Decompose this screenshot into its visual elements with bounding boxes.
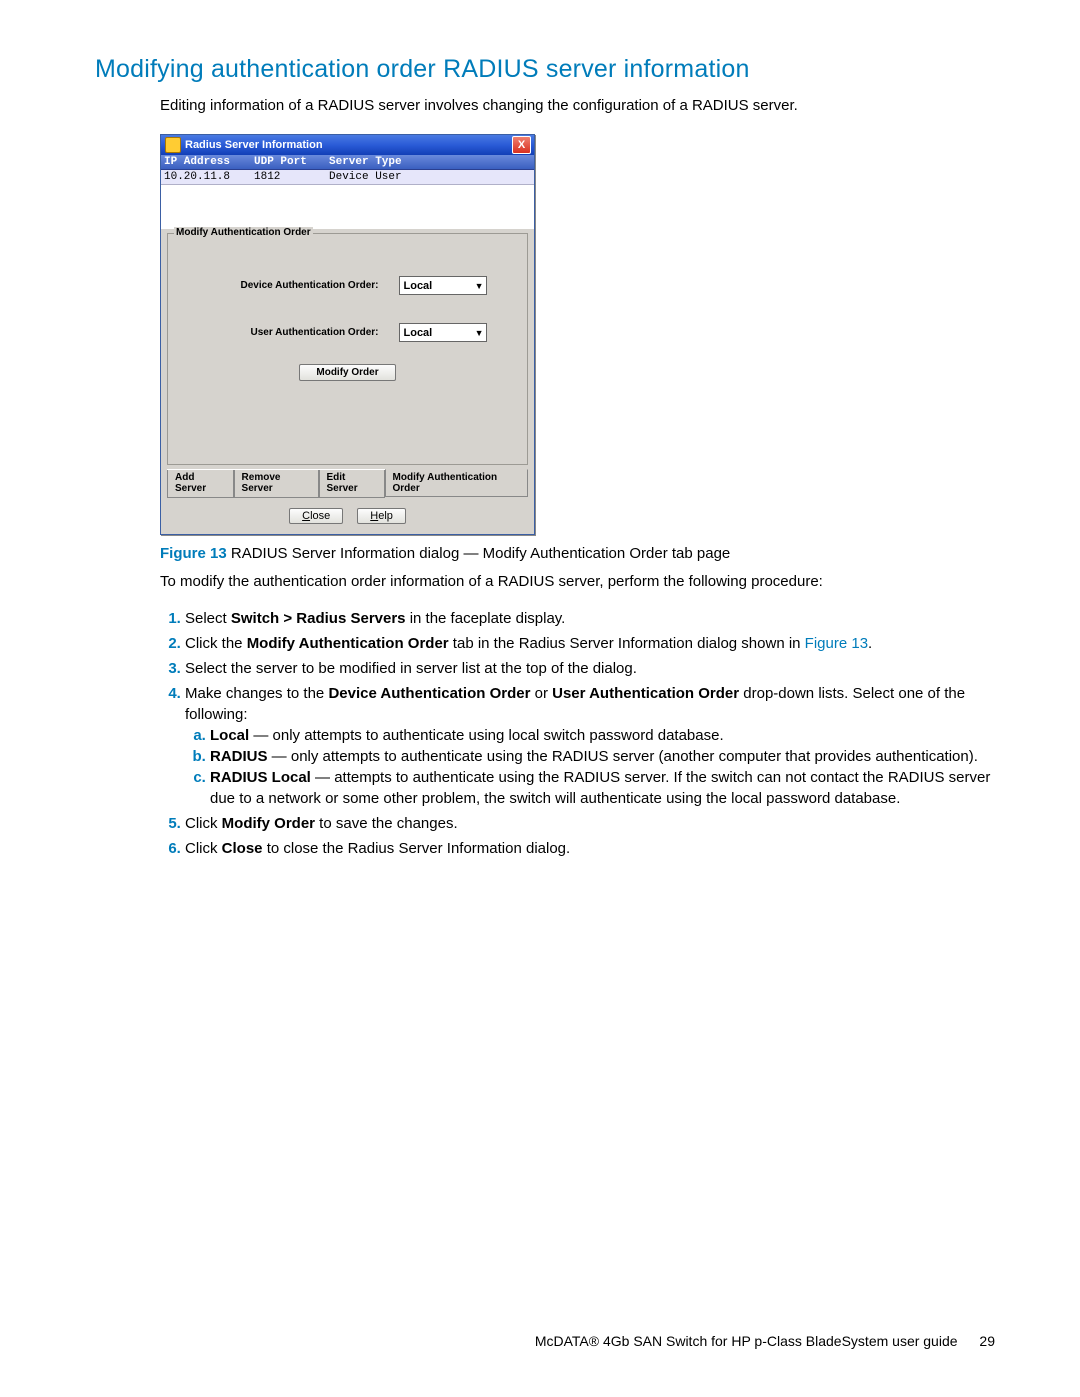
server-list-empty-area	[161, 185, 534, 229]
step-5-bold: Modify Order	[222, 815, 315, 832]
section-heading: Modifying authentication order RADIUS se…	[95, 55, 995, 84]
close-button[interactable]: Close	[289, 508, 343, 524]
modify-order-button[interactable]: Modify Order	[299, 364, 395, 381]
step-2-text-e: .	[868, 635, 872, 652]
step-4a-text: — only attempts to authenticate using lo…	[249, 727, 723, 744]
dialog-tabs: Add Server Remove Server Edit Server Mod…	[167, 469, 528, 498]
dialog-title-text: Radius Server Information	[185, 135, 323, 155]
group-label: Modify Authentication Order	[174, 227, 313, 238]
step-1: Select Switch > Radius Servers in the fa…	[185, 608, 995, 629]
step-2-text-a: Click the	[185, 635, 247, 652]
step-4c: RADIUS Local — attempts to authenticate …	[210, 767, 995, 809]
step-1-bold: Switch > Radius Servers	[231, 610, 406, 627]
page-number: 29	[979, 1333, 995, 1349]
cell-port: 1812	[254, 171, 329, 183]
figure-13: Radius Server Information X IP Address U…	[160, 134, 995, 535]
step-4a: Local — only attempts to authenticate us…	[210, 725, 995, 746]
step-4-sublist: Local — only attempts to authenticate us…	[185, 725, 995, 809]
user-auth-order-value: Local	[404, 327, 433, 339]
step-4c-text: — attempts to authenticate using the RAD…	[210, 769, 990, 807]
dialog-titlebar: Radius Server Information X	[161, 135, 534, 155]
step-6-bold: Close	[222, 840, 263, 857]
cell-ip: 10.20.11.8	[164, 171, 254, 183]
step-4c-bold: RADIUS Local	[210, 769, 311, 786]
server-list-row[interactable]: 10.20.11.8 1812 Device User	[161, 170, 534, 185]
cell-type: Device User	[329, 171, 531, 183]
step-1-text-c: in the faceplate display.	[406, 610, 566, 627]
server-list-header: IP Address UDP Port Server Type	[161, 155, 534, 170]
step-4-bold-b: Device Authentication Order	[328, 685, 530, 702]
help-button[interactable]: Help	[357, 508, 406, 524]
procedure-intro: To modify the authentication order infor…	[160, 572, 995, 592]
user-auth-order-select[interactable]: Local ▼	[399, 323, 487, 342]
step-6-text-a: Click	[185, 840, 222, 857]
step-4b: RADIUS — only attempts to authenticate u…	[210, 746, 995, 767]
step-6-text-c: to close the Radius Server Information d…	[263, 840, 571, 857]
footer-text: McDATA® 4Gb SAN Switch for HP p-Class Bl…	[535, 1333, 958, 1349]
step-4-bold-d: User Authentication Order	[552, 685, 739, 702]
step-4: Make changes to the Device Authenticatio…	[185, 683, 995, 809]
app-icon	[165, 137, 181, 153]
device-auth-order-value: Local	[404, 280, 433, 292]
chevron-down-icon: ▼	[475, 281, 484, 291]
close-icon[interactable]: X	[512, 136, 531, 154]
col-port: UDP Port	[254, 156, 329, 168]
figure-caption: Figure 13 RADIUS Server Information dial…	[160, 545, 995, 562]
col-type: Server Type	[329, 156, 531, 168]
step-2: Click the Modify Authentication Order ta…	[185, 633, 995, 654]
step-4a-bold: Local	[210, 727, 249, 744]
tab-add-server[interactable]: Add Server	[167, 470, 234, 498]
step-4b-bold: RADIUS	[210, 748, 268, 765]
step-2-text-c: tab in the Radius Server Information dia…	[449, 635, 805, 652]
page-footer: McDATA® 4Gb SAN Switch for HP p-Class Bl…	[535, 1333, 995, 1349]
step-3: Select the server to be modified in serv…	[185, 658, 995, 679]
step-2-bold: Modify Authentication Order	[247, 635, 449, 652]
intro-paragraph: Editing information of a RADIUS server i…	[160, 96, 995, 116]
figure-caption-text: RADIUS Server Information dialog — Modif…	[227, 545, 731, 562]
device-auth-order-select[interactable]: Local ▼	[399, 276, 487, 295]
tab-edit-server[interactable]: Edit Server	[319, 470, 385, 498]
step-5: Click Modify Order to save the changes.	[185, 813, 995, 834]
step-5-text-a: Click	[185, 815, 222, 832]
step-5-text-c: to save the changes.	[315, 815, 458, 832]
step-1-text-a: Select	[185, 610, 231, 627]
step-4-text-c: or	[530, 685, 552, 702]
step-4-text-a: Make changes to the	[185, 685, 328, 702]
modify-auth-order-group: Modify Authentication Order Device Authe…	[167, 233, 528, 465]
tab-remove-server[interactable]: Remove Server	[234, 470, 319, 498]
col-ip: IP Address	[164, 156, 254, 168]
user-auth-order-label: User Authentication Order:	[209, 327, 379, 338]
figure-label: Figure 13	[160, 545, 227, 562]
device-auth-order-label: Device Authentication Order:	[209, 280, 379, 291]
figure-13-link[interactable]: Figure 13	[805, 635, 868, 652]
chevron-down-icon: ▼	[475, 328, 484, 338]
procedure-steps: Select Switch > Radius Servers in the fa…	[160, 608, 995, 859]
step-4b-text: — only attempts to authenticate using th…	[268, 748, 978, 765]
radius-dialog: Radius Server Information X IP Address U…	[160, 134, 535, 535]
step-6: Click Close to close the Radius Server I…	[185, 838, 995, 859]
tab-modify-auth-order[interactable]: Modify Authentication Order	[385, 469, 529, 497]
